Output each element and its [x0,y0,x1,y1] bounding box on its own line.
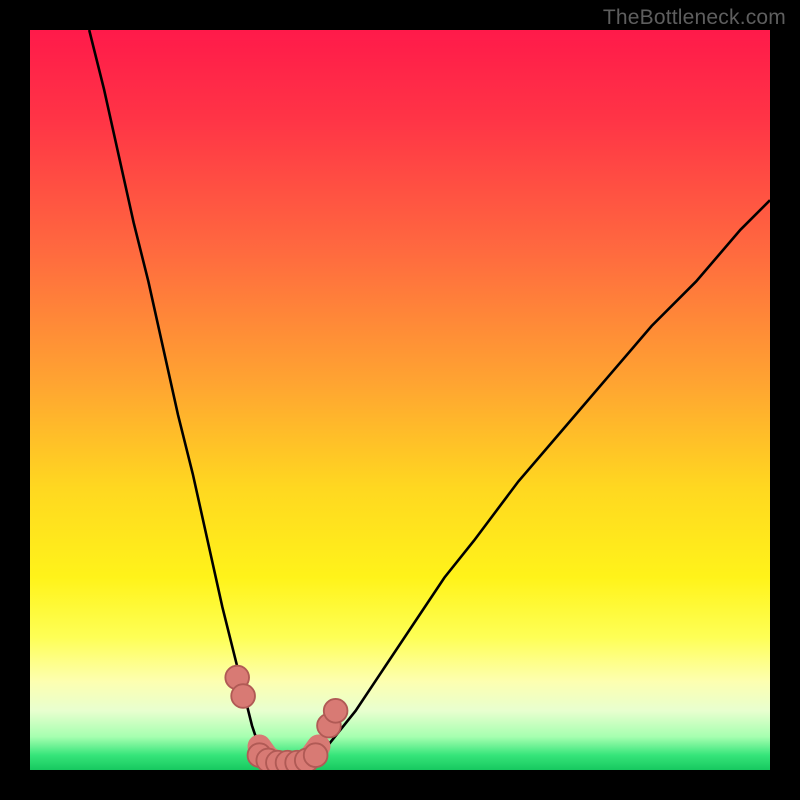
curve-left-branch [89,30,274,763]
chart-frame: TheBottleneck.com [0,0,800,800]
watermark-text: TheBottleneck.com [603,6,786,30]
marker-point [304,743,328,767]
marker-point [324,699,348,723]
plot-area [30,30,770,770]
highlight-markers [225,666,347,770]
curve-layer [30,30,770,770]
marker-point [231,684,255,708]
curve-right-branch [304,200,770,762]
